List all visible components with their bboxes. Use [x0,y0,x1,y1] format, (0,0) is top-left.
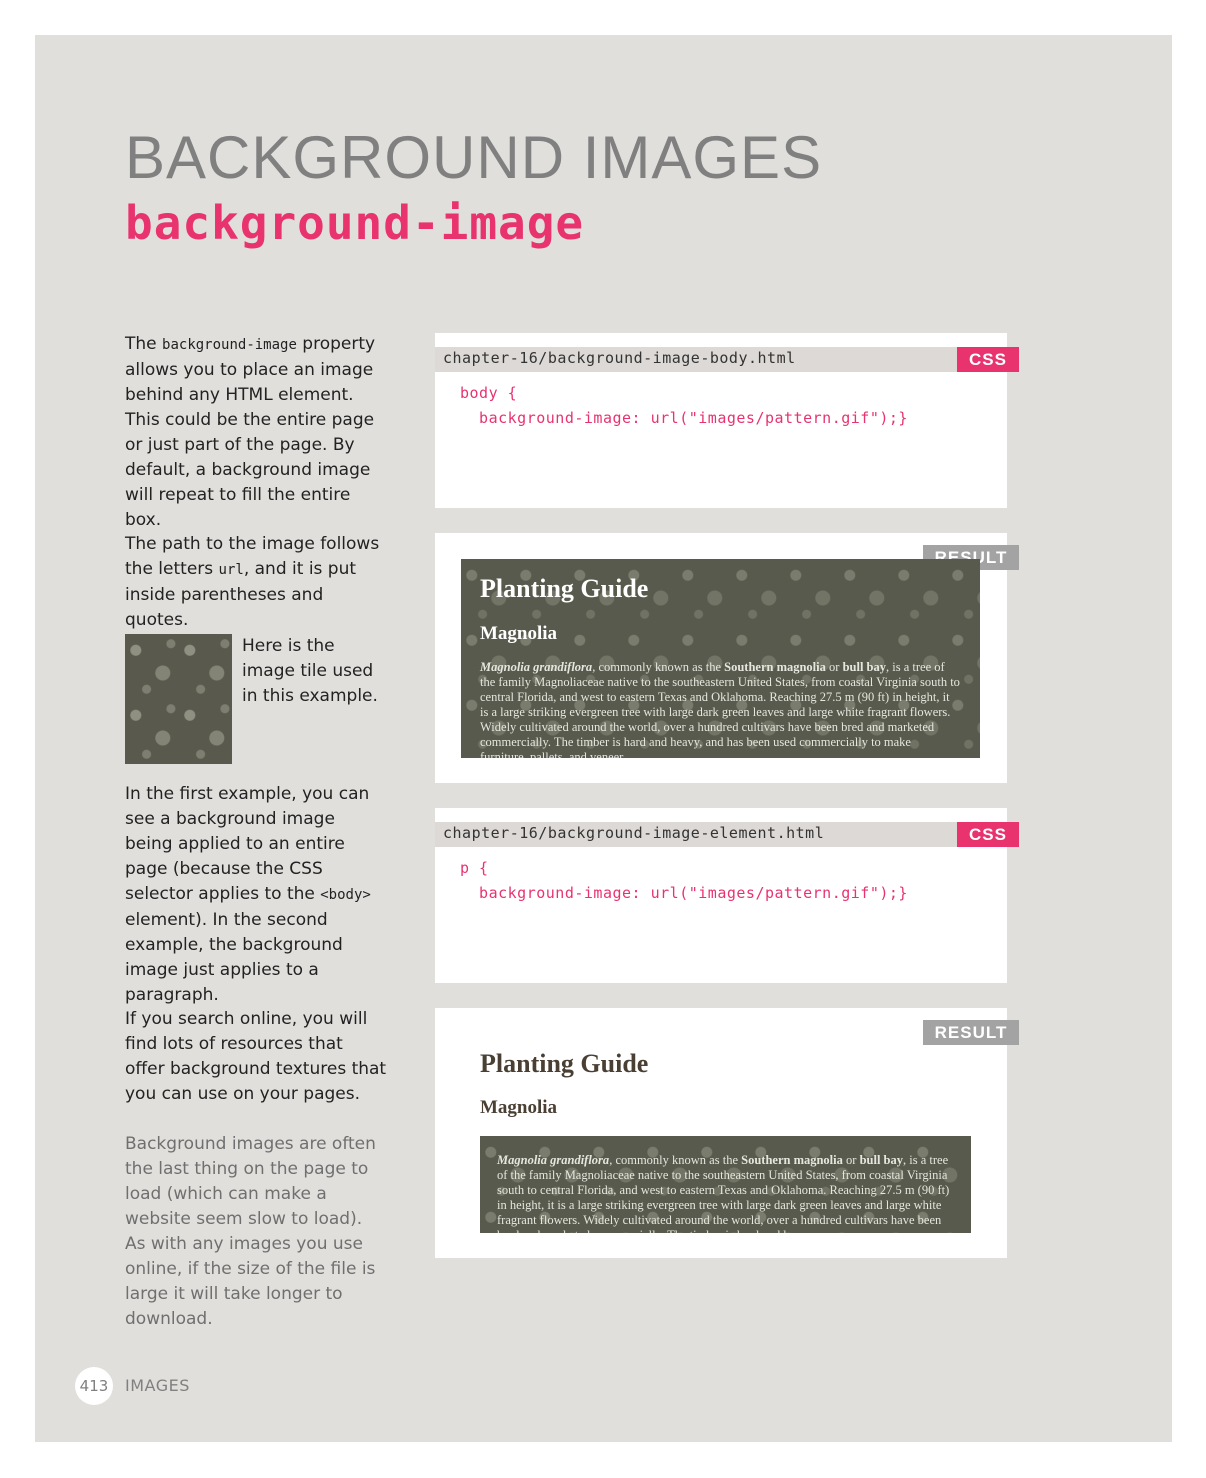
result-tag: RESULT [923,1020,1019,1045]
code-filename: chapter-16/background-image-body.html [443,349,796,367]
section-label: IMAGES [125,1376,190,1395]
page-title: BACKGROUND IMAGES [125,124,823,191]
css-tag: CSS [957,822,1019,847]
sidebar-paragraph-2: The path to the image follows the letter… [125,534,380,630]
demo-heading: Planting Guide [480,574,649,603]
demo-paragraph: Magnolia grandiflora, commonly known as … [497,1153,950,1233]
demo-paragraph: Magnolia grandiflora, commonly known as … [480,660,960,758]
result-panel-element: RESULT Planting Guide Magnolia Magnolia … [435,1008,1019,1258]
pattern-tile-image [125,634,232,764]
page-number: 413 [75,1367,113,1405]
inline-code: background-image [162,337,297,353]
sidebar-paragraph-4: If you search online, you will find lots… [125,1009,387,1104]
demo-heading: Planting Guide [480,1049,649,1078]
code-panel-element: chapter-16/background-image-element.html… [435,808,1019,983]
book-page: BACKGROUND IMAGES background-image The b… [35,35,1172,1442]
textured-page-demo: Planting Guide Magnolia Magnolia grandif… [461,559,980,758]
result-panel-body: RESULT Planting Guide Magnolia Magnolia … [435,533,1019,783]
page-subtitle: background-image [125,196,585,250]
code-panel-body: chapter-16/background-image-body.html CS… [435,333,1019,508]
inline-code: <body> [320,887,371,903]
sidebar-paragraph-3: In the first example, you can see a back… [125,784,371,1005]
demo-subheading: Magnolia [480,1097,558,1118]
code-line: body { [460,384,518,402]
code-filename-bar: chapter-16/background-image-element.html… [435,822,1019,847]
code-filename-bar: chapter-16/background-image-body.html CS… [435,347,1019,372]
code-line: background-image: url("images/pattern.gi… [460,409,908,427]
sidebar-paragraph-5: Background images are often the last thi… [125,1134,376,1329]
demo-subheading: Magnolia [480,623,558,644]
tile-caption: Here is the image tile used in this exam… [242,636,378,706]
code-line: p { [460,859,489,877]
code-line: background-image: url("images/pattern.gi… [460,884,908,902]
inline-code: url [218,562,244,578]
css-tag: CSS [957,347,1019,372]
sidebar-paragraph-1: The background-image property allows you… [125,334,376,530]
textured-paragraph-demo: Magnolia grandiflora, commonly known as … [480,1136,971,1233]
code-filename: chapter-16/background-image-element.html [443,824,825,842]
